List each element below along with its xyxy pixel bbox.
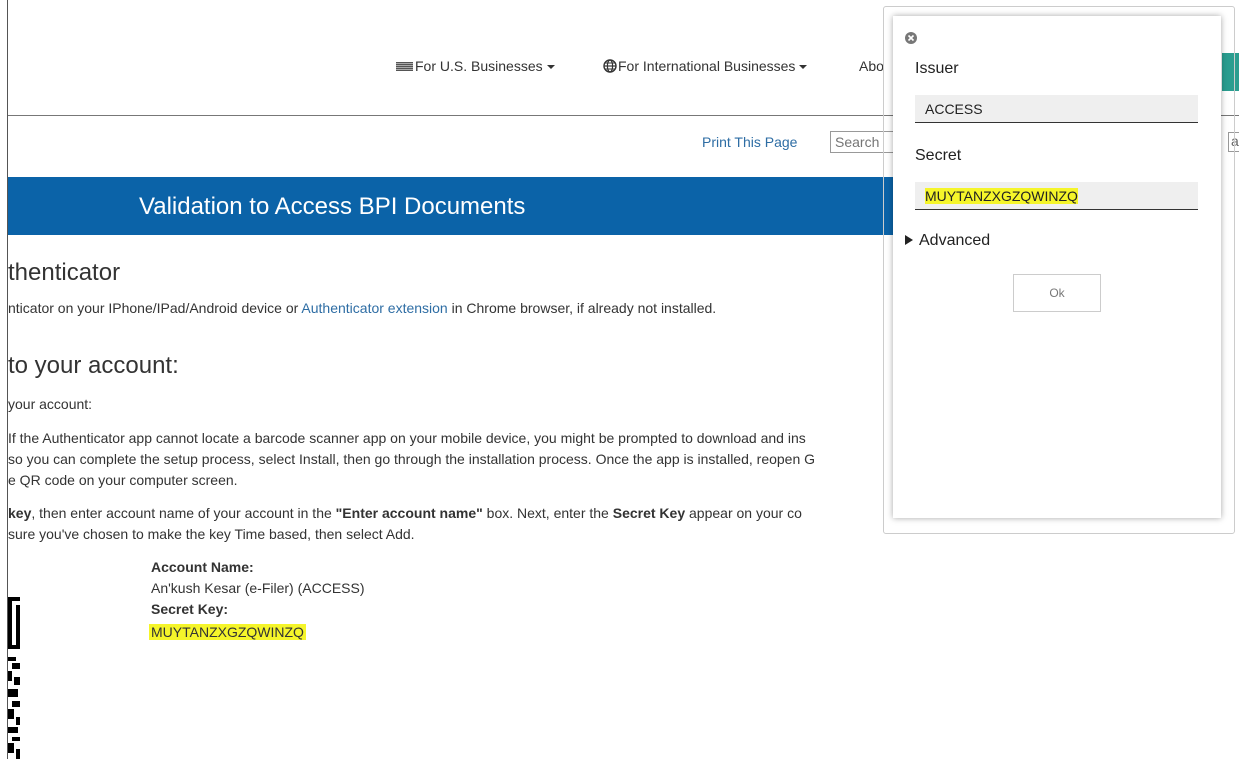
caret-down-icon bbox=[546, 65, 555, 70]
step2-paragraph2-line1: key, then enter account name of your acc… bbox=[8, 505, 802, 521]
page-title: Validation to Access BPI Documents bbox=[139, 193, 526, 220]
nav-about-label: Abo bbox=[859, 58, 884, 74]
step1-text-after: in Chrome browser, if already not instal… bbox=[447, 300, 717, 316]
step2-heading: to your account: bbox=[8, 352, 179, 379]
authenticator-extension-link[interactable]: Authenticator extension bbox=[301, 300, 447, 316]
step2-paragraph2-line2: sure you've chosen to make the key Time … bbox=[8, 526, 415, 542]
text-part: , then enter account name of your accoun… bbox=[31, 505, 336, 521]
step1-text-before: nticator on your IPhone/IPad/Android dev… bbox=[8, 300, 302, 316]
caret-down-icon bbox=[799, 65, 808, 70]
step1-heading: thenticator bbox=[8, 259, 121, 286]
secret-field[interactable]: MUYTANZXGZQWINZQ bbox=[915, 182, 1198, 210]
bold-key: key bbox=[8, 505, 32, 521]
text-part: appear on your co bbox=[685, 505, 802, 521]
text-part: box. Next, enter the bbox=[482, 505, 613, 521]
secret-key-highlight: MUYTANZXGZQWINZQ bbox=[149, 624, 306, 640]
print-page-link[interactable]: Print This Page bbox=[702, 134, 797, 150]
account-name-value: An'kush Kesar (e-Filer) (ACCESS) bbox=[151, 580, 365, 596]
advanced-toggle[interactable]: Advanced bbox=[905, 232, 990, 250]
triangle-right-icon bbox=[905, 235, 913, 245]
secret-key-label: Secret Key: bbox=[151, 601, 229, 617]
step1-text: nticator on your IPhone/IPad/Android dev… bbox=[8, 300, 716, 316]
step2-paragraph1-line2: so you can complete the setup process, s… bbox=[8, 451, 816, 467]
ok-button[interactable]: Ok bbox=[1013, 274, 1101, 312]
bold-secret-key: Secret Key bbox=[612, 505, 686, 521]
nav-us-businesses[interactable]: For U.S. Businesses bbox=[396, 58, 555, 74]
issuer-field[interactable]: ACCESS bbox=[915, 95, 1198, 123]
secret-label: Secret bbox=[915, 147, 962, 164]
step2-intro: your account: bbox=[8, 396, 93, 412]
bold-enter-account-name: "Enter account name" bbox=[335, 505, 483, 521]
nav-international-businesses-label: For International Businesses bbox=[618, 58, 796, 74]
qr-code-image bbox=[8, 597, 20, 759]
nav-international-businesses[interactable]: For International Businesses bbox=[603, 58, 808, 74]
advanced-label: Advanced bbox=[919, 232, 991, 249]
issuer-label: Issuer bbox=[915, 60, 959, 77]
nav-us-businesses-label: For U.S. Businesses bbox=[415, 58, 543, 74]
step2-paragraph1-line3: e QR code on your computer screen. bbox=[8, 472, 238, 488]
page-banner: Validation to Access BPI Documents bbox=[8, 177, 893, 235]
close-icon[interactable] bbox=[905, 32, 917, 44]
globe-icon bbox=[603, 59, 617, 73]
secret-key-value: MUYTANZXGZQWINZQ bbox=[149, 624, 306, 640]
flag-icon bbox=[396, 61, 413, 71]
secret-field-highlight: MUYTANZXGZQWINZQ bbox=[925, 188, 1078, 204]
authenticator-popup: Issuer ACCESS Secret MUYTANZXGZQWINZQ Ad… bbox=[893, 16, 1221, 518]
step2-paragraph1-line1: If the Authenticator app cannot locate a… bbox=[8, 430, 806, 446]
nav-about[interactable]: Abo bbox=[859, 58, 884, 74]
account-name-label: Account Name: bbox=[151, 559, 254, 575]
